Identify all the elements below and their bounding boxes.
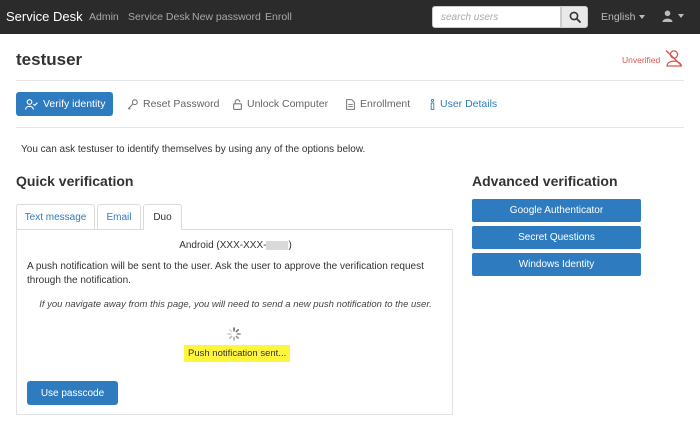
divider bbox=[16, 127, 684, 128]
tab-label: Unlock Computer bbox=[247, 98, 329, 110]
tab-unlock-computer[interactable]: Unlock Computer bbox=[233, 98, 328, 110]
page-title: testuser bbox=[16, 50, 83, 69]
verification-status: Unverified bbox=[622, 55, 661, 65]
search-icon bbox=[569, 11, 581, 23]
advanced-verification-title: Advanced verification bbox=[472, 173, 618, 189]
key-icon bbox=[127, 98, 138, 110]
quick-verification-title: Quick verification bbox=[16, 173, 134, 189]
chevron-down-icon bbox=[678, 14, 684, 18]
masked-digits bbox=[266, 240, 289, 250]
device-suffix: ) bbox=[288, 240, 292, 251]
nav-link-enroll[interactable]: Enroll bbox=[265, 11, 292, 23]
tab-text-message[interactable]: Text message bbox=[16, 204, 95, 229]
language-label: English bbox=[601, 11, 636, 23]
divider bbox=[16, 80, 684, 81]
tab-label: Reset Password bbox=[143, 98, 220, 110]
tab-verify-identity[interactable]: Verify identity bbox=[16, 92, 113, 116]
tab-label: User Details bbox=[440, 98, 498, 110]
nav-link-service-desk[interactable]: Service Desk bbox=[128, 11, 190, 23]
user-icon bbox=[662, 10, 673, 22]
navigation-warning: If you navigate away from this page, you… bbox=[39, 299, 432, 310]
tab-enrollment[interactable]: Enrollment bbox=[346, 98, 410, 110]
user-menu-dropdown[interactable] bbox=[662, 10, 684, 22]
secret-questions-button[interactable]: Secret Questions bbox=[472, 226, 641, 249]
windows-identity-button[interactable]: Windows Identity bbox=[472, 253, 641, 276]
tab-user-details[interactable]: User Details bbox=[430, 98, 497, 110]
device-label: Android (XXX-XXX-) bbox=[17, 240, 454, 251]
user-unverified-icon bbox=[665, 50, 683, 67]
tab-reset-password[interactable]: Reset Password bbox=[127, 98, 219, 110]
nav-link-new-password[interactable]: New password bbox=[192, 11, 261, 23]
device-name: Android (XXX-XXX- bbox=[179, 240, 267, 251]
push-status-badge: Push notification sent... bbox=[184, 345, 291, 362]
user-check-icon bbox=[25, 98, 38, 110]
tab-duo[interactable]: Duo bbox=[143, 204, 182, 230]
loading-spinner-icon bbox=[227, 327, 241, 341]
search-button[interactable] bbox=[561, 6, 588, 28]
intro-text: You can ask testuser to identify themsel… bbox=[21, 144, 366, 155]
duo-panel: Android (XXX-XXX-) A push notification w… bbox=[16, 229, 453, 415]
google-authenticator-button[interactable]: Google Authenticator bbox=[472, 199, 641, 222]
tab-label: Verify identity bbox=[43, 98, 106, 110]
use-passcode-button[interactable]: Use passcode bbox=[27, 381, 118, 405]
chevron-down-icon bbox=[639, 15, 646, 20]
info-icon bbox=[430, 98, 435, 110]
language-dropdown[interactable]: English bbox=[601, 11, 646, 23]
tab-label: Enrollment bbox=[360, 98, 411, 110]
tab-email[interactable]: Email bbox=[97, 204, 141, 229]
nav-link-admin[interactable]: Admin bbox=[89, 11, 119, 23]
search-users-input[interactable] bbox=[432, 6, 561, 28]
brand-link[interactable]: Service Desk bbox=[6, 9, 83, 24]
document-icon bbox=[346, 98, 355, 110]
top-navbar: Service Desk Admin Service Desk New pass… bbox=[0, 0, 700, 34]
push-description: A push notification will be sent to the … bbox=[27, 261, 424, 286]
unlock-icon bbox=[233, 98, 242, 110]
